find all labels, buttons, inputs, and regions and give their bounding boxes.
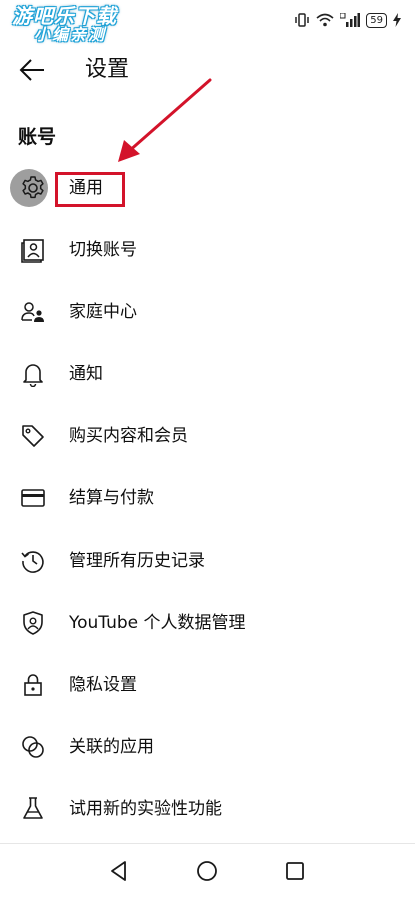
menu-item-linked-apps[interactable]: 关联的应用 — [0, 716, 415, 778]
signal-icon — [340, 13, 361, 27]
gear-icon — [22, 176, 44, 199]
watermark-logo: 游吧乐下载 小编亲测 — [12, 6, 162, 44]
menu-item-switch-account[interactable]: 切换账号 — [0, 219, 415, 281]
menu-item-label: 试用新的实验性功能 — [69, 798, 222, 819]
vibrate-icon — [295, 13, 310, 27]
flask-icon — [23, 797, 43, 819]
status-bar: 游吧乐下载 小编亲测 59 — [0, 0, 415, 43]
switch-account-icon — [21, 239, 44, 263]
menu-item-label: 购买内容和会员 — [69, 426, 188, 447]
watermark-line-2: 小编亲测 — [34, 25, 107, 44]
battery-indicator: 59 — [366, 12, 387, 28]
tag-icon — [22, 425, 44, 448]
settings-menu: 通用 切换账号 家庭中心 通知 购买内容和会员 结算与付款 管理所有历史记录 Y… — [0, 157, 415, 840]
nav-back-icon[interactable] — [106, 858, 132, 884]
back-arrow-icon[interactable] — [18, 56, 48, 84]
menu-item-label: 通知 — [69, 364, 103, 385]
menu-item-label: 结算与付款 — [69, 488, 154, 509]
family-icon — [21, 302, 44, 323]
system-nav-bar — [0, 844, 415, 900]
menu-item-family-center[interactable]: 家庭中心 — [0, 281, 415, 343]
status-icons: 59 — [294, 11, 401, 29]
annotation-arrow-icon — [118, 78, 212, 162]
menu-item-history[interactable]: 管理所有历史记录 — [0, 530, 415, 592]
charging-icon — [393, 13, 401, 27]
history-icon — [21, 550, 44, 573]
linked-circles-icon — [22, 736, 44, 758]
menu-item-purchases[interactable]: 购买内容和会员 — [0, 405, 415, 467]
section-title-account: 账号 — [18, 126, 57, 148]
menu-item-label: 家庭中心 — [69, 302, 137, 323]
menu-item-label: 管理所有历史记录 — [69, 550, 205, 571]
menu-item-notifications[interactable]: 通知 — [0, 343, 415, 405]
nav-home-icon[interactable] — [194, 858, 220, 884]
menu-item-privacy[interactable]: 隐私设置 — [0, 654, 415, 716]
menu-item-label: 关联的应用 — [69, 736, 154, 757]
menu-item-label: YouTube 个人数据管理 — [69, 612, 246, 633]
shield-person-icon — [23, 610, 43, 635]
menu-item-label: 切换账号 — [69, 240, 137, 261]
menu-item-billing[interactable]: 结算与付款 — [0, 467, 415, 529]
lock-icon — [24, 673, 42, 696]
menu-item-experimental[interactable]: 试用新的实验性功能 — [0, 778, 415, 840]
menu-item-youtube-data[interactable]: YouTube 个人数据管理 — [0, 592, 415, 654]
wifi-icon — [316, 13, 334, 27]
watermark-line-1: 游吧乐下载 — [12, 4, 117, 28]
credit-card-icon — [21, 489, 45, 508]
bell-icon — [23, 364, 43, 388]
menu-item-label: 隐私设置 — [69, 674, 137, 695]
nav-recents-icon[interactable] — [282, 858, 308, 884]
